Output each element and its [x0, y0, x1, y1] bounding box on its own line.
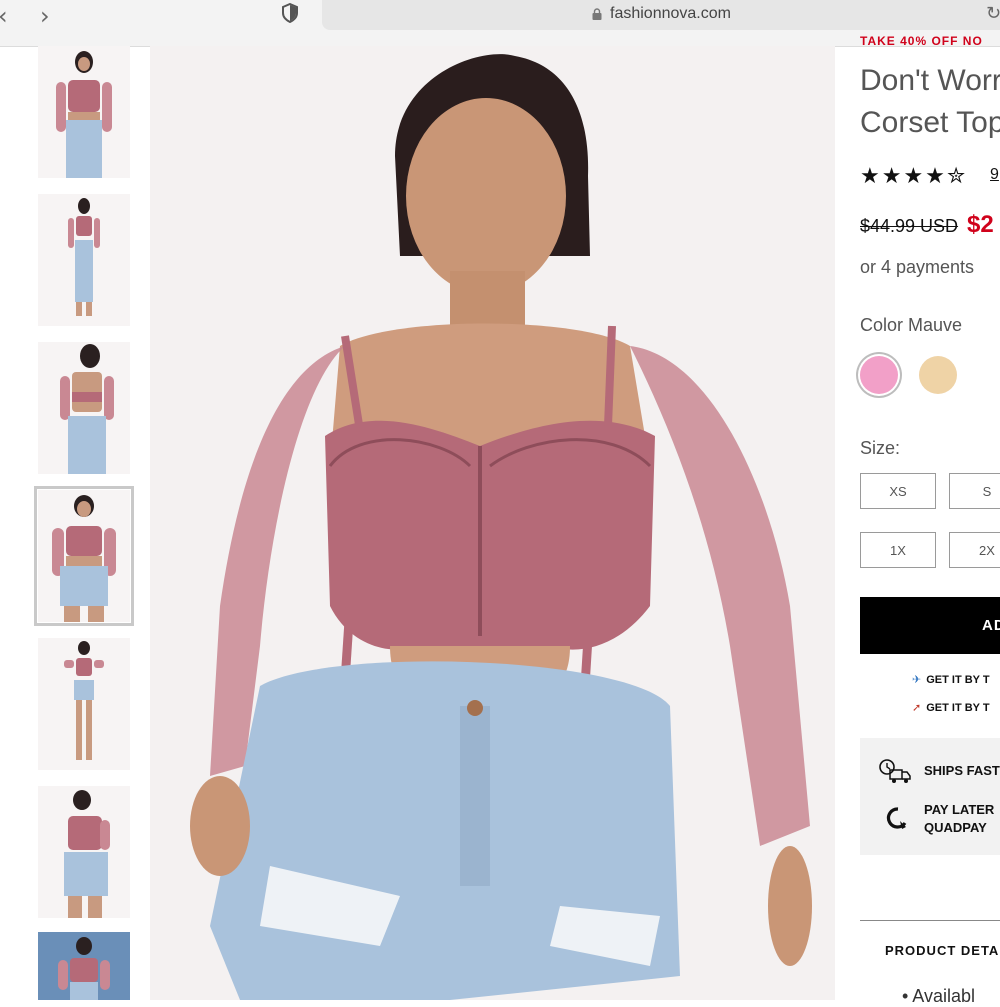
shipping-estimate-text: GET IT BY T [926, 674, 990, 686]
rocket-icon: ➚ [912, 701, 922, 714]
sale-price: $2 [967, 211, 994, 238]
url-text: fashionnova.com [610, 5, 731, 22]
product-title: Don't Worr Corset Top [860, 60, 1000, 144]
divider [860, 920, 1000, 921]
thumbnail-3[interactable] [38, 342, 130, 474]
product-title-line-1: Don't Worr [860, 64, 1000, 97]
truck-clock-icon [879, 759, 911, 783]
promo-banner[interactable]: TAKE 40% OFF NO [860, 34, 983, 48]
reload-icon[interactable]: ↻ [986, 3, 1000, 24]
thumbnail-5[interactable] [38, 638, 130, 770]
thumbnail-7[interactable] [38, 932, 130, 1000]
size-1x-button[interactable]: 1X [860, 532, 936, 568]
ships-fast-text: SHIPS FAST [924, 763, 1000, 778]
size-2x-button[interactable]: 2X [949, 532, 1000, 568]
thumbnail-gallery [34, 46, 136, 1000]
address-bar[interactable]: fashionnova.com ↻ [322, 0, 1000, 30]
quadpay-text: QUADPAY [924, 820, 987, 835]
thumbnail-2[interactable] [38, 194, 130, 326]
installments-text: or 4 payments [860, 257, 975, 277]
shipping-estimate-express: ➚ GET IT BY T [912, 701, 990, 714]
add-to-bag-label: AD [982, 617, 1000, 634]
product-details-heading[interactable]: PRODUCT DETAI [885, 943, 1000, 958]
star-rating[interactable]: ★★★★✮ [860, 164, 967, 189]
shield-icon[interactable] [281, 3, 299, 23]
thumbnail-4-selected[interactable] [34, 486, 134, 626]
size-label: Size: [860, 438, 901, 458]
lock-icon [592, 8, 602, 20]
info-box: SHIPS FAST PAY LATER QUADPAY [860, 738, 1000, 855]
shipping-estimate-standard: ✈ GET IT BY T [912, 673, 990, 686]
main-product-image[interactable] [150, 46, 835, 1000]
model-photo [150, 46, 835, 1000]
size-xs-button[interactable]: XS [860, 473, 936, 509]
swatch-nude[interactable] [919, 356, 957, 394]
pay-later-text: PAY LATER [924, 802, 995, 817]
thumbnail-1[interactable] [38, 46, 130, 178]
size-s-button[interactable]: S [949, 473, 1000, 509]
swatch-mauve[interactable] [860, 356, 898, 394]
airplane-icon: ✈ [912, 673, 922, 686]
shipping-estimate-text: GET IT BY T [926, 702, 990, 714]
thumbnail-6[interactable] [38, 786, 130, 918]
quadpay-icon [886, 807, 907, 829]
details-bullet: • Availabl [902, 986, 976, 1006]
original-price: $44.99 USD [860, 216, 959, 236]
add-to-bag-button[interactable]: AD [860, 597, 1000, 654]
product-title-line-2: Corset Top [860, 106, 1000, 139]
color-label: Color Mauve [860, 315, 963, 335]
browser-toolbar: ‹ › fashionnova.com ↻ [0, 0, 1000, 47]
back-icon[interactable]: ‹ [0, 2, 8, 30]
review-count-link[interactable]: 9 [990, 166, 999, 184]
forward-icon[interactable]: › [40, 2, 50, 30]
